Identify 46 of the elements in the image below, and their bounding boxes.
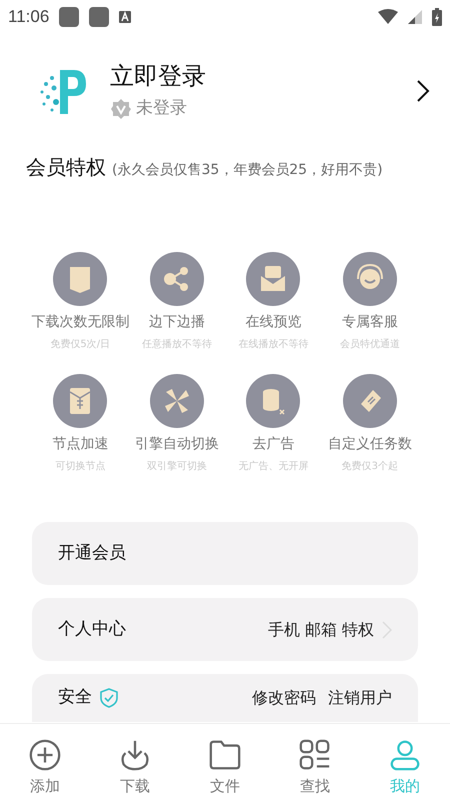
section-title: 会员特权 [26,154,106,181]
status-time: 11:06 [8,6,50,28]
document-icon [53,252,108,306]
nav-tab[interactable]: 查找 [270,724,360,800]
menu-label: 安全 [58,686,92,710]
wifi-icon [378,9,398,25]
benefit-title: 引擎自动切换 [134,435,219,454]
share-icon [150,252,204,306]
menu-card[interactable]: 开通会员 [32,522,418,585]
ticket-icon [342,374,397,428]
notification-icon [89,7,110,27]
folder-icon [208,738,242,772]
signal-icon [408,10,422,24]
nav-tab[interactable]: 添加 [0,724,90,800]
menu-label: 个人中心 [58,618,126,641]
nav-tab[interactable]: 文件 [180,724,270,800]
benefit-title: 在线预览 [245,313,302,332]
benefit-title: 节点加速 [52,435,108,454]
action-link[interactable]: 修改密码 [252,686,316,710]
benefit-title: 边下边播 [148,313,205,332]
envelope-icon [246,252,300,306]
user-icon [388,738,422,772]
add-icon [28,738,62,772]
envelope-yen-icon [53,374,108,428]
section-note: (永久会员仅售35，年费会员25，好用不贵) [112,161,383,180]
login-title[interactable]: 立即登录 [110,60,206,92]
headset-icon [342,252,397,306]
login-status: 未登录 [136,97,187,120]
nav-tab[interactable]: 下载 [90,724,180,800]
menu-card[interactable]: 个人中心 手机 邮箱 特权 [32,598,418,661]
badge-icon [110,98,132,120]
action-link[interactable]: 注销用户 [328,686,392,710]
benefit-title: 专属客服 [342,313,398,332]
menu-detail: 手机 邮箱 特权 [268,618,374,640]
keyboard-icon [119,11,132,23]
benefit-title: 去广告 [252,435,294,454]
benefit-title: 自定义任务数 [328,435,412,454]
chevron-right-icon[interactable] [416,79,430,103]
grid-list-icon [298,738,332,772]
notification-icon [59,7,80,27]
battery-icon [432,8,442,26]
coin-stack-icon [246,374,300,428]
menu-card[interactable]: 安全 修改密码 注销用户 [32,674,418,722]
menu-label: 开通会员 [58,542,126,565]
pinwheel-icon [150,374,204,428]
benefit-title: 下载次数无限制 [31,313,130,332]
